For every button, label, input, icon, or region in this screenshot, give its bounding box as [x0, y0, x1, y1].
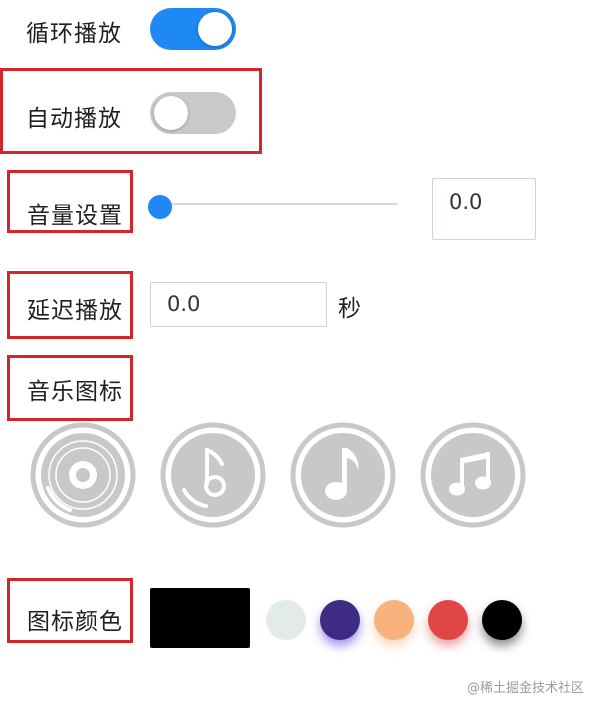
- color-swatch-red[interactable]: [428, 600, 468, 640]
- toggle-knob: [154, 96, 188, 130]
- watermark: @稀土掘金技术社区: [466, 681, 584, 696]
- color-swatch-light-gray[interactable]: [266, 600, 306, 640]
- beamed-notes-icon[interactable]: [420, 422, 526, 528]
- volume-value-input[interactable]: 0.0: [432, 178, 536, 240]
- delay-input[interactable]: 0.0: [150, 282, 327, 327]
- volume-label: 音量设置: [27, 203, 123, 229]
- volume-slider-track[interactable]: [160, 203, 398, 205]
- color-swatch-black[interactable]: [482, 600, 522, 640]
- selected-color-preview[interactable]: [150, 588, 250, 648]
- delay-unit-label: 秒: [338, 296, 362, 322]
- color-swatch-purple[interactable]: [320, 600, 360, 640]
- toggle-knob: [198, 12, 232, 46]
- delay-label: 延迟播放: [27, 298, 123, 324]
- music-icon-label: 音乐图标: [27, 379, 123, 405]
- auto-play-label: 自动播放: [26, 106, 122, 132]
- volume-slider-thumb[interactable]: [148, 195, 172, 219]
- loop-play-toggle[interactable]: [150, 8, 236, 50]
- eighth-note-icon[interactable]: [290, 422, 396, 528]
- loop-play-label: 循环播放: [26, 21, 122, 47]
- color-swatch-orange[interactable]: [374, 600, 414, 640]
- auto-play-toggle[interactable]: [150, 92, 236, 134]
- vinyl-record-icon[interactable]: [30, 422, 136, 528]
- icon-color-label: 图标颜色: [27, 609, 123, 635]
- music-note-disc-icon[interactable]: [160, 422, 266, 528]
